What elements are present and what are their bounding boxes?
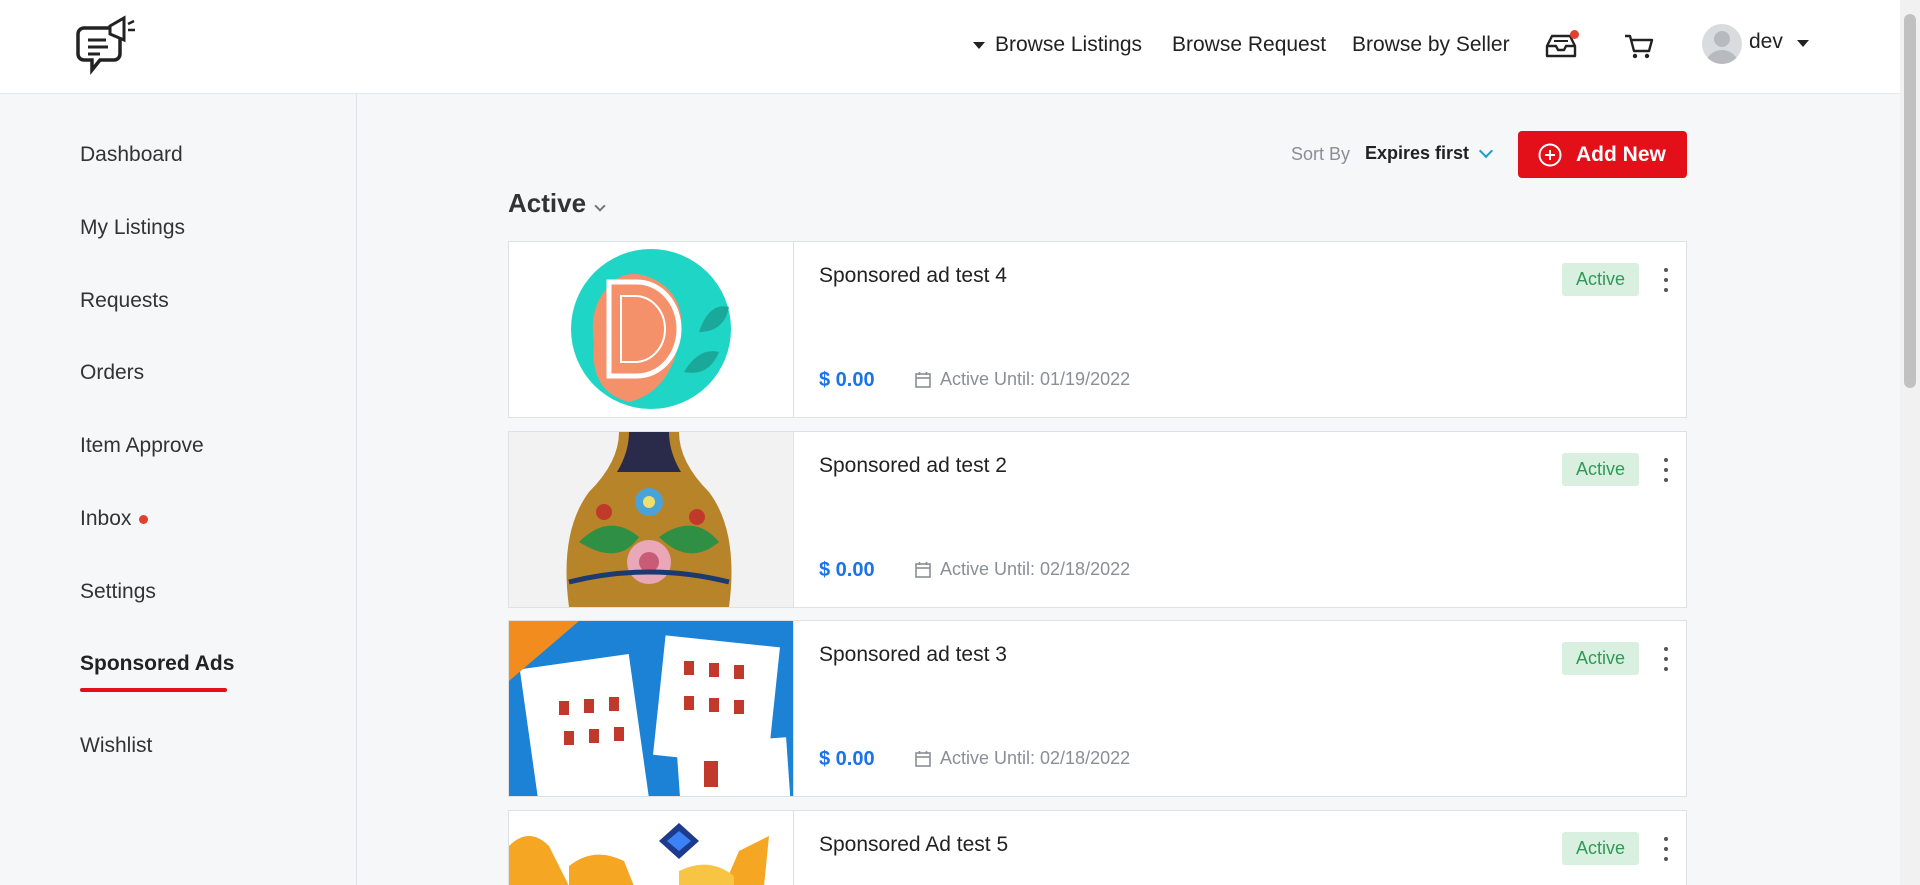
ad-card[interactable]: Sponsored ad test 2 $ 0.00 Active Until:… — [508, 431, 1687, 608]
plus-circle-icon — [1538, 143, 1562, 166]
top-navbar: Browse Listings Browse Request Browse by… — [0, 0, 1900, 94]
sidebar-item-requests[interactable]: Requests — [80, 289, 169, 313]
nav-browse-request-label: Browse Request — [1172, 33, 1327, 56]
calendar-icon — [915, 561, 931, 578]
ad-thumbnail[interactable] — [509, 621, 794, 796]
ad-active-until: Active Until: 02/18/2022 — [914, 748, 1130, 769]
avatar-icon[interactable] — [1702, 24, 1742, 64]
nav-browse-by-seller[interactable]: Browse by Seller — [1352, 30, 1510, 60]
sidebar-item-item-approve[interactable]: Item Approve — [80, 434, 204, 458]
sidebar-item-settings[interactable]: Settings — [80, 580, 156, 604]
ad-thumbnail[interactable] — [509, 811, 794, 885]
ad-price: $ 0.00 — [819, 748, 875, 770]
chevron-down-icon — [594, 199, 606, 212]
ad-price: $ 0.00 — [819, 369, 875, 391]
ad-title[interactable]: Sponsored ad test 2 — [819, 454, 1007, 478]
cart-icon[interactable] — [1621, 28, 1657, 64]
sidebar-item-dashboard[interactable]: Dashboard — [80, 143, 183, 167]
ad-active-until-text: Active Until: 02/18/2022 — [940, 559, 1131, 579]
ad-title[interactable]: Sponsored ad test 3 — [819, 643, 1007, 667]
ad-card[interactable]: Sponsored Ad test 5 Active — [508, 810, 1687, 885]
sort-by-value: Expires first — [1365, 143, 1470, 163]
ad-price: $ 0.00 — [819, 559, 875, 581]
nav-browse-listings-label: Browse Listings — [995, 33, 1143, 56]
sidebar-item-my-listings[interactable]: My Listings — [80, 216, 185, 240]
ad-card[interactable]: Sponsored ad test 3 $ 0.00 Active Until:… — [508, 620, 1687, 797]
caret-down-icon — [973, 41, 985, 49]
add-new-label: Add New — [1576, 142, 1666, 166]
page-scrollbar[interactable] — [1900, 0, 1920, 885]
ad-thumbnail[interactable] — [509, 432, 794, 607]
more-options-icon[interactable] — [1656, 647, 1676, 671]
ad-active-until: Active Until: 02/18/2022 — [914, 559, 1130, 580]
status-badge: Active — [1562, 263, 1639, 296]
notification-dot — [139, 514, 149, 524]
chevron-down-icon — [1478, 143, 1494, 158]
status-badge: Active — [1562, 832, 1639, 865]
ad-title[interactable]: Sponsored ad test 4 — [819, 264, 1007, 288]
notification-dot — [1570, 30, 1579, 39]
more-options-icon[interactable] — [1656, 837, 1676, 861]
scrollbar-thumb[interactable] — [1904, 14, 1916, 388]
sort-by-dropdown[interactable]: Expires first — [1365, 143, 1494, 164]
nav-browse-by-seller-label: Browse by Seller — [1352, 33, 1510, 56]
sidebar-item-wishlist[interactable]: Wishlist — [80, 734, 152, 758]
more-options-icon[interactable] — [1656, 268, 1676, 292]
nav-browse-request[interactable]: Browse Request — [1172, 30, 1326, 60]
ad-title[interactable]: Sponsored Ad test 5 — [819, 833, 1008, 857]
add-new-button[interactable]: Add New — [1518, 131, 1687, 178]
ad-card[interactable]: Sponsored ad test 4 $ 0.00 Active Until:… — [508, 241, 1687, 418]
calendar-icon — [915, 750, 931, 767]
sort-by-label: Sort By — [1291, 144, 1351, 164]
ad-active-until-text: Active Until: 02/18/2022 — [940, 748, 1131, 768]
status-badge: Active — [1562, 642, 1639, 675]
sidebar: Dashboard My Listings Requests Orders It… — [0, 94, 357, 885]
inbox-icon[interactable] — [1543, 28, 1579, 64]
user-menu-caret-icon[interactable] — [1797, 40, 1809, 47]
section-status-dropdown[interactable]: Active — [508, 188, 606, 219]
ad-active-until: Active Until: 01/19/2022 — [914, 369, 1130, 390]
nav-browse-listings[interactable]: Browse Listings — [973, 30, 1142, 60]
calendar-icon — [915, 371, 931, 388]
active-indicator — [80, 688, 227, 692]
sidebar-item-label: Inbox — [80, 507, 132, 530]
ad-thumbnail[interactable] — [509, 242, 794, 417]
more-options-icon[interactable] — [1656, 458, 1676, 482]
sidebar-item-sponsored-ads[interactable]: Sponsored Ads — [80, 652, 234, 676]
user-name[interactable]: dev — [1749, 30, 1783, 54]
section-title: Active — [508, 188, 587, 218]
logo-icon[interactable] — [76, 14, 138, 78]
sidebar-item-inbox[interactable]: Inbox — [80, 507, 149, 531]
ad-active-until-text: Active Until: 01/19/2022 — [940, 369, 1131, 389]
status-badge: Active — [1562, 453, 1639, 486]
sidebar-item-orders[interactable]: Orders — [80, 361, 144, 385]
